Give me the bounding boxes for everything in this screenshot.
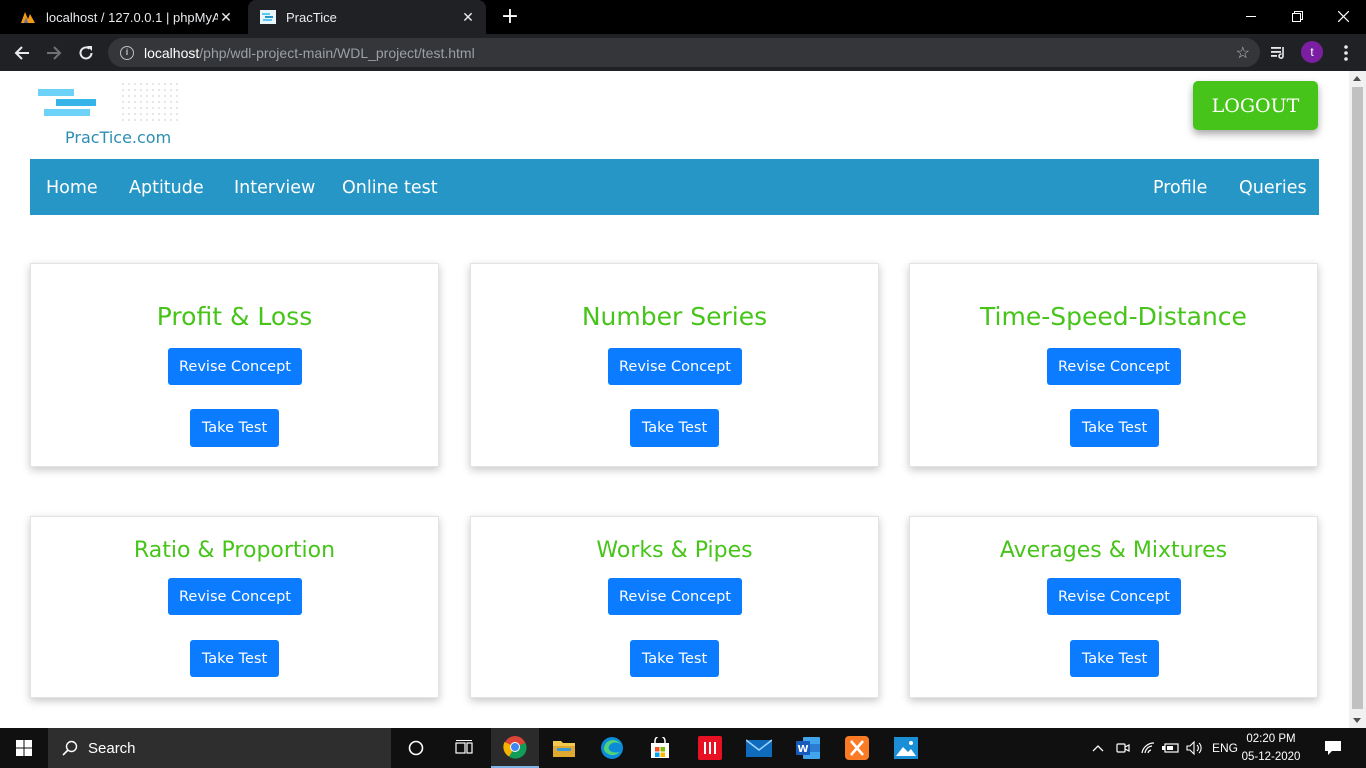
topic-card-works-pipes: Works & Pipes Revise Concept Take Test [470, 516, 879, 698]
scroll-down-arrow-icon[interactable] [1353, 718, 1361, 723]
take-test-button[interactable]: Take Test [1070, 640, 1159, 677]
meet-now-icon[interactable] [1116, 728, 1130, 768]
topic-card-ratio-proportion: Ratio & Proportion Revise Concept Take T… [30, 516, 439, 698]
close-tab-icon[interactable]: ✕ [218, 9, 234, 25]
topic-card-profit-loss: Profit & Loss Revise Concept Take Test [30, 263, 439, 467]
page-scrollbar[interactable] [1349, 71, 1366, 728]
microsoft-store-icon[interactable] [636, 728, 684, 768]
tab-title: PracTice [286, 9, 337, 25]
address-bar[interactable]: i localhost/php/wdl-project-main/WDL_pro… [108, 38, 1260, 67]
notifications-icon[interactable] [1324, 728, 1342, 768]
close-window-button[interactable] [1320, 0, 1366, 32]
nav-aptitude[interactable]: Aptitude [129, 159, 204, 215]
main-navbar: Home Aptitude Interview Online test Prof… [30, 159, 1319, 215]
back-button[interactable] [9, 40, 35, 66]
take-test-button[interactable]: Take Test [1070, 409, 1159, 447]
take-test-button[interactable]: Take Test [190, 640, 279, 677]
card-title: Profit & Loss [156, 302, 313, 331]
windows-start-icon[interactable] [0, 728, 48, 768]
revise-concept-button[interactable]: Revise Concept [608, 348, 742, 385]
battery-icon[interactable] [1162, 728, 1180, 768]
clock-date: 05-12-2020 [1241, 751, 1301, 763]
browser-tab-strip: localhost / 127.0.0.1 | phpMyAdm ✕ PracT… [0, 0, 1366, 34]
show-hidden-icons-icon[interactable] [1092, 728, 1104, 768]
nav-online-test[interactable]: Online test [342, 159, 438, 215]
revise-concept-button[interactable]: Revise Concept [608, 578, 742, 615]
volume-icon[interactable] [1186, 728, 1204, 768]
svg-text:W: W [797, 744, 808, 755]
site-logo[interactable]: PracTice.com [30, 77, 186, 159]
card-title: Ratio & Proportion [133, 538, 336, 563]
taskbar-search-box[interactable]: Search [48, 728, 391, 768]
edge-icon[interactable] [588, 728, 636, 768]
take-test-button[interactable]: Take Test [630, 640, 719, 677]
bookmark-star-icon[interactable]: ☆ [1236, 43, 1250, 63]
close-tab-icon[interactable]: ✕ [460, 9, 476, 25]
profile-avatar[interactable]: t [1301, 41, 1323, 63]
url-host: localhost [144, 44, 200, 61]
site-info-icon[interactable]: i [120, 45, 134, 60]
nav-interview[interactable]: Interview [234, 159, 315, 215]
media-app-icon[interactable] [686, 728, 734, 768]
revise-concept-button[interactable]: Revise Concept [168, 578, 302, 615]
practice-favicon-icon [260, 9, 276, 25]
card-title: Works & Pipes [596, 538, 753, 563]
page-viewport: PracTice.com LOGOUT Home Aptitude Interv… [0, 71, 1349, 728]
revise-concept-button[interactable]: Revise Concept [1047, 348, 1181, 385]
forward-button[interactable] [41, 40, 67, 66]
photos-icon[interactable] [882, 728, 930, 768]
logo-text: PracTice.com [65, 128, 172, 147]
logout-button[interactable]: LOGOUT [1193, 81, 1318, 130]
system-clock[interactable]: 02:20 PM 05-12-2020 [1238, 730, 1304, 766]
xampp-icon[interactable] [833, 728, 881, 768]
topic-card-time-speed-distance: Time-Speed-Distance Revise Concept Take … [909, 263, 1318, 467]
clock-time: 02:20 PM [1246, 733, 1296, 745]
take-test-button[interactable]: Take Test [630, 409, 719, 447]
phpmyadmin-icon [20, 9, 36, 25]
task-view-icon[interactable] [440, 728, 488, 768]
revise-concept-button[interactable]: Revise Concept [1047, 578, 1181, 615]
minimize-button[interactable] [1228, 0, 1274, 32]
input-language[interactable]: ENG [1212, 728, 1238, 768]
card-title: Averages & Mixtures [999, 538, 1228, 563]
revise-concept-button[interactable]: Revise Concept [168, 348, 302, 385]
take-test-button[interactable]: Take Test [190, 409, 279, 447]
chrome-taskbar-icon[interactable] [491, 728, 539, 768]
scroll-up-arrow-icon[interactable] [1353, 76, 1361, 81]
card-title: Time-Speed-Distance [980, 302, 1247, 331]
nav-queries[interactable]: Queries [1239, 159, 1307, 215]
nav-profile[interactable]: Profile [1153, 159, 1207, 215]
card-title: Number Series [581, 302, 768, 331]
search-icon [62, 740, 78, 756]
search-placeholder: Search [88, 739, 136, 757]
url-path: /php/wdl-project-main/WDL_project/test.h… [199, 44, 475, 61]
tab-title: localhost / 127.0.0.1 | phpMyAdm [46, 9, 218, 25]
nav-home[interactable]: Home [46, 159, 98, 215]
topic-card-number-series: Number Series Revise Concept Take Test [470, 263, 879, 467]
media-playlist-icon[interactable] [1268, 42, 1290, 64]
cortana-icon[interactable] [392, 728, 440, 768]
mail-icon[interactable] [735, 728, 783, 768]
word-icon[interactable]: W [784, 728, 832, 768]
browser-toolbar: i localhost/php/wdl-project-main/WDL_pro… [0, 34, 1366, 71]
topic-card-averages-mixtures: Averages & Mixtures Revise Concept Take … [909, 516, 1318, 698]
chrome-menu-icon[interactable] [1335, 42, 1357, 64]
new-tab-button[interactable]: + [498, 5, 522, 29]
scrollbar-thumb[interactable] [1352, 87, 1363, 709]
reload-button[interactable] [73, 40, 99, 66]
windows-taskbar: Search W ENG 02:20 PM 05-12-2020 [0, 728, 1366, 768]
tab-phpmyadmin[interactable]: localhost / 127.0.0.1 | phpMyAdm ✕ [8, 0, 244, 34]
tab-practice[interactable]: PracTice ✕ [248, 0, 486, 34]
file-explorer-icon[interactable] [540, 728, 588, 768]
wifi-icon[interactable] [1140, 728, 1156, 768]
restore-button[interactable] [1274, 0, 1320, 32]
